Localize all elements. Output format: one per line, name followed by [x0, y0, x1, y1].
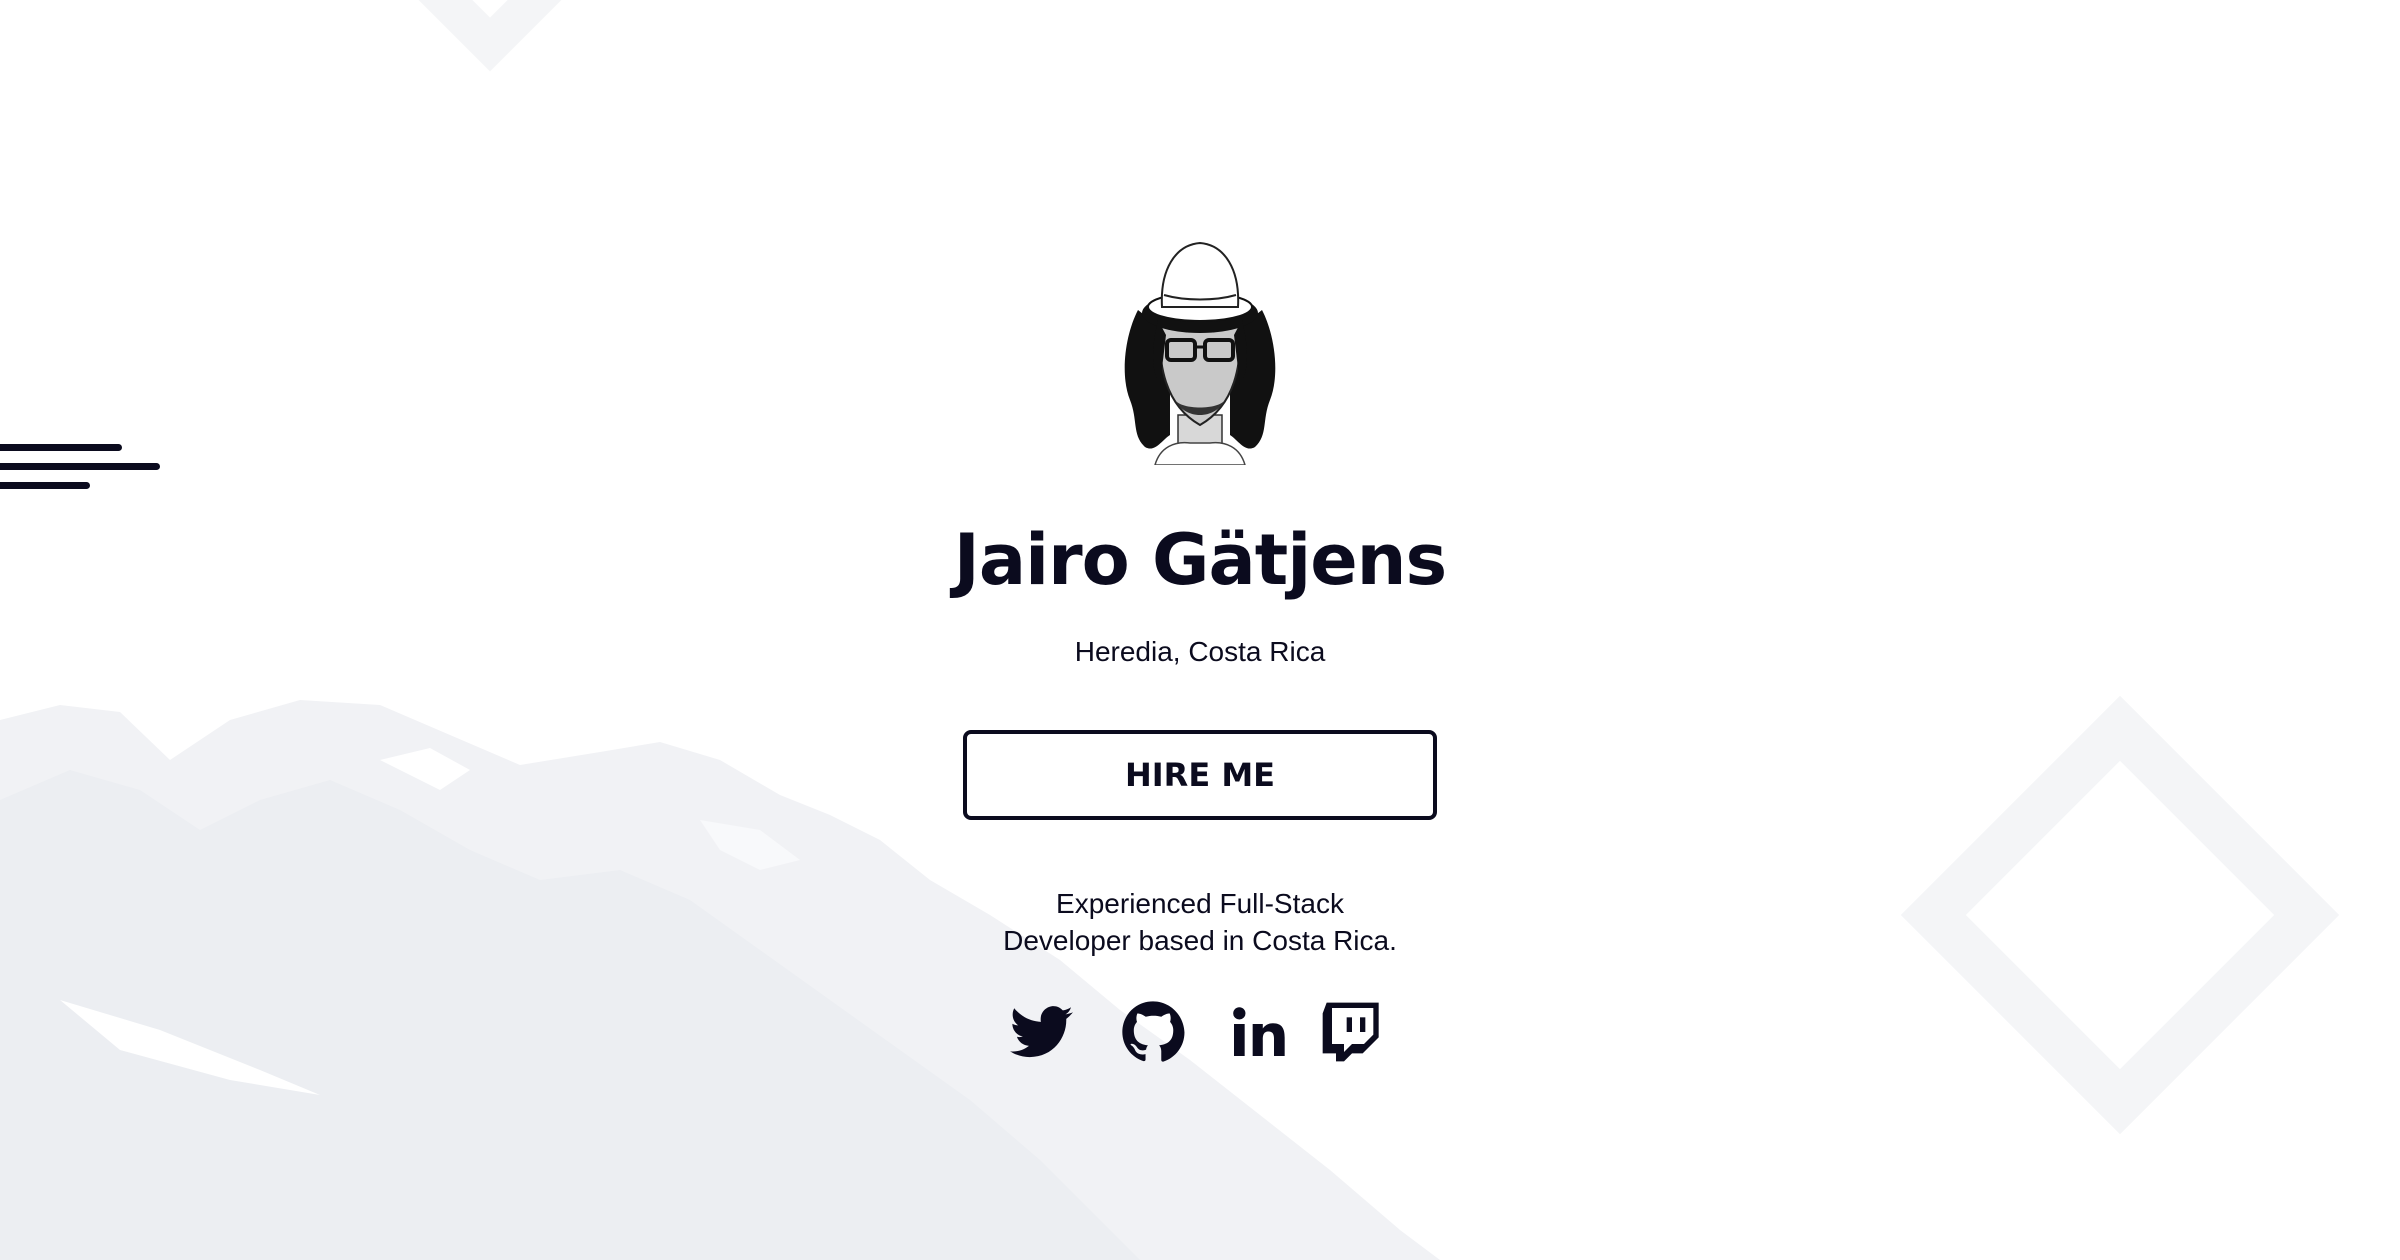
twitch-icon [1322, 1002, 1379, 1062]
github-icon [1122, 1001, 1185, 1062]
twitter-link[interactable] [1010, 1000, 1074, 1064]
profile-section: Jairo Gätjens Heredia, Costa Rica HIRE M… [0, 0, 2400, 1260]
hire-me-button[interactable]: HIRE ME [963, 730, 1437, 820]
social-links [1010, 1000, 1400, 1070]
bio-line: Developer based in Costa Rica. [1003, 925, 1397, 956]
twitch-link[interactable] [1320, 1000, 1384, 1064]
github-link[interactable] [1121, 1000, 1185, 1064]
avatar [1124, 241, 1276, 465]
bio-line: Experienced Full-Stack [1056, 888, 1344, 919]
twitter-icon [1010, 1006, 1073, 1058]
profile-location: Heredia, Costa Rica [1074, 636, 1326, 667]
landing-page: Jairo Gätjens Heredia, Costa Rica HIRE M… [0, 0, 2400, 1260]
profile-name: Jairo Gätjens [953, 519, 1447, 601]
profile-bio: Experienced Full-Stack Developer based i… [800, 885, 1600, 959]
linkedin-link[interactable] [1226, 1000, 1290, 1064]
linkedin-icon [1233, 1007, 1285, 1056]
